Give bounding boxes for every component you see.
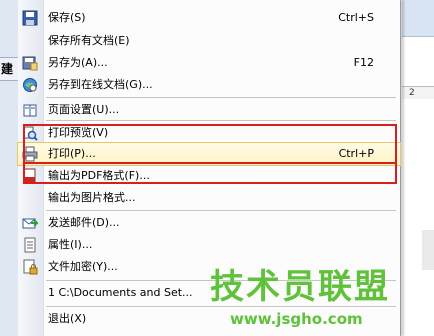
menu-item-save-online[interactable]: 另存到在线文档(G)... bbox=[18, 74, 400, 96]
menu-item-label: 保存所有文档(E) bbox=[48, 34, 130, 47]
menu-item-label: 输出为图片格式... bbox=[48, 191, 136, 204]
background-tab: 建 bbox=[0, 57, 19, 81]
menu-item-label: 属性(I)... bbox=[48, 238, 93, 251]
send-mail-icon bbox=[22, 215, 40, 231]
menu-item-properties[interactable]: 属性(I)... bbox=[18, 234, 400, 256]
menu-separator bbox=[46, 97, 396, 98]
document-scroll-edge bbox=[422, 230, 434, 270]
menu-item-label: 发送邮件(D)... bbox=[48, 216, 120, 229]
background-toolbar bbox=[402, 0, 434, 37]
menu-item-send-mail[interactable]: 发送邮件(D)... bbox=[18, 212, 400, 234]
lock-file-icon bbox=[22, 259, 38, 275]
highlight-box-pdf bbox=[23, 162, 397, 184]
menu-item-save-all[interactable]: 保存所有文档(E) bbox=[18, 30, 400, 52]
menu-item-page-setup[interactable]: 页面设置(U)... bbox=[18, 99, 400, 121]
watermark-url: www.jsgho.com bbox=[230, 310, 363, 328]
globe-save-icon bbox=[22, 77, 38, 93]
ruler-label: 2 bbox=[409, 88, 415, 98]
menu-item-export-image[interactable]: 输出为图片格式... bbox=[18, 187, 400, 209]
menu-item-label: 另存到在线文档(G)... bbox=[48, 78, 153, 91]
menu-item-save-as[interactable]: 另存为(A)... F12 bbox=[18, 52, 400, 74]
document-area bbox=[402, 99, 434, 336]
save-as-icon bbox=[22, 55, 38, 71]
menu-item-label: 另存为(A)... bbox=[48, 56, 108, 69]
menu-item-label: 文件加密(Y)... bbox=[48, 260, 118, 273]
background-left-panel bbox=[0, 0, 19, 336]
page-setup-icon bbox=[22, 102, 38, 118]
menu-item-shortcut: F12 bbox=[353, 56, 374, 69]
highlight-box-preview-print bbox=[23, 124, 397, 164]
ruler: 2 bbox=[402, 86, 434, 100]
menu-item-save[interactable]: 保存(S) Ctrl+S bbox=[18, 7, 400, 29]
menu-item-label: 1 C:\Documents and Set... bbox=[48, 286, 193, 299]
save-icon bbox=[22, 10, 38, 26]
menu-item-label: 退出(X) bbox=[48, 312, 87, 325]
properties-icon bbox=[22, 237, 38, 253]
menu-item-label: 页面设置(U)... bbox=[48, 103, 120, 116]
menu-separator bbox=[46, 210, 396, 211]
menu-separator bbox=[46, 120, 396, 121]
watermark-logo: 技术员联盟 bbox=[210, 267, 390, 307]
menu-item-shortcut: Ctrl+S bbox=[338, 11, 374, 24]
menu-item-label: 保存(S) bbox=[48, 11, 86, 24]
